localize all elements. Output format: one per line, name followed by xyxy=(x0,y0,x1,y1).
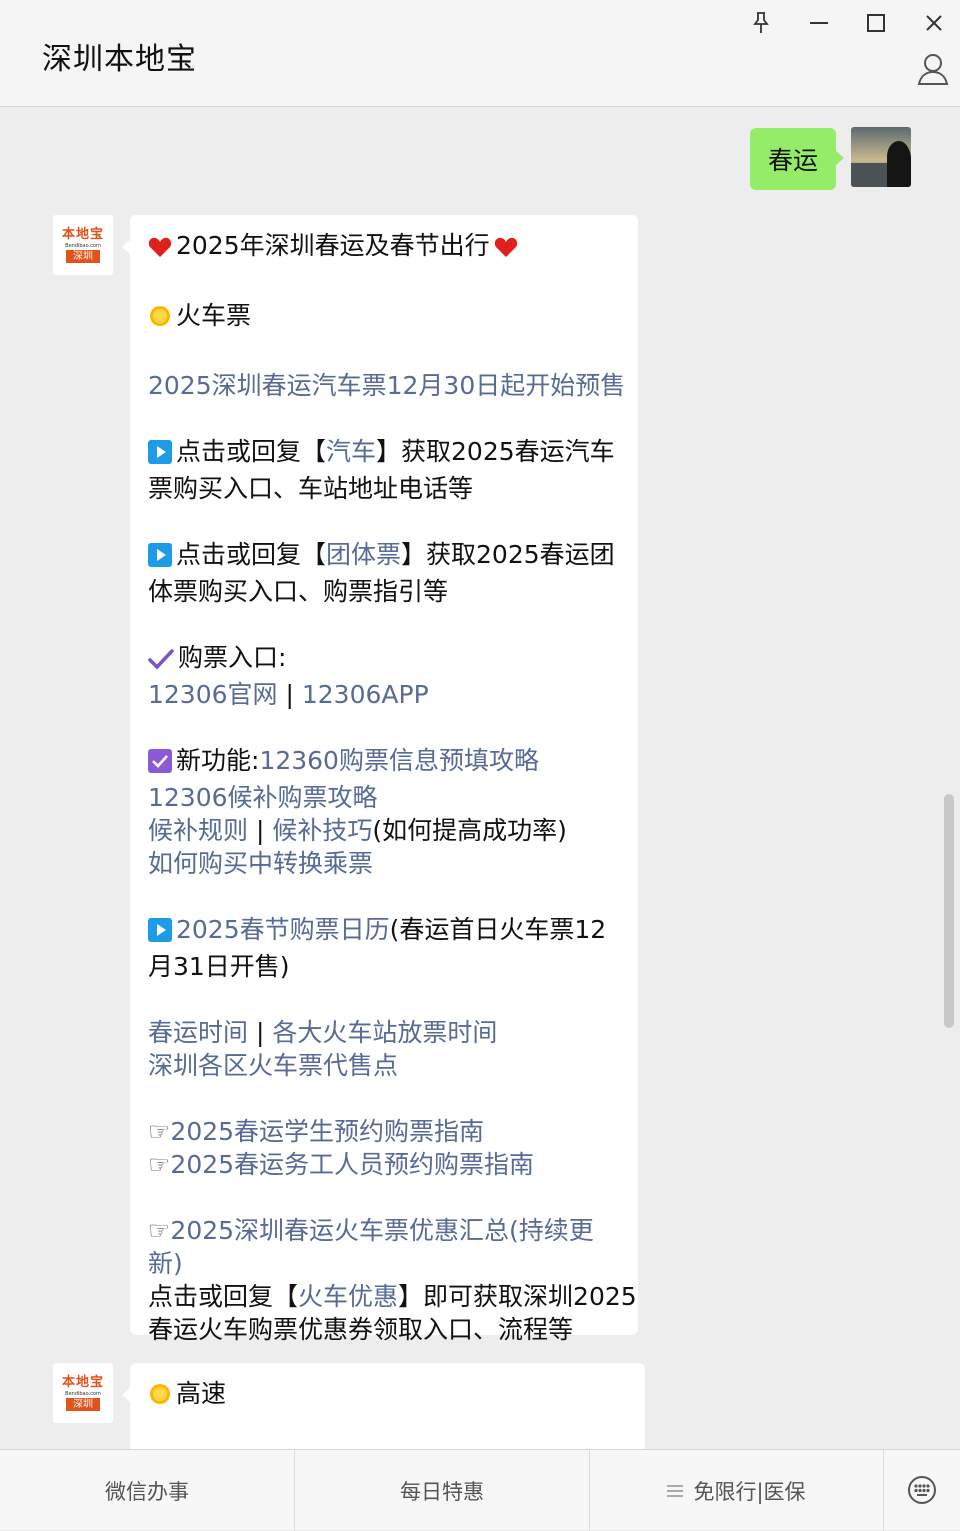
sun-icon xyxy=(148,303,172,336)
link-waitlist-rules[interactable]: 候补规则 xyxy=(148,816,248,845)
keyboard-icon[interactable] xyxy=(884,1450,960,1530)
logo-subtext: Bendibao.com xyxy=(65,242,101,249)
link-waitlist-guide[interactable]: 12306候补购票攻略 xyxy=(148,781,620,814)
outgoing-message[interactable]: 春运 xyxy=(750,128,845,190)
checkbox-icon xyxy=(148,748,172,781)
calendar-line: 2025春节购票日历(春运首日火车票12 xyxy=(148,913,620,950)
chat-scrollbar[interactable] xyxy=(944,794,954,1028)
chat-area[interactable]: 春运 本地宝 Bendibao.com 深圳 2025年深圳春运及春节出行 火车… xyxy=(0,108,960,1449)
highway-section-title: 高速 xyxy=(148,1377,627,1414)
worker-line: ☞2025春运务工人员预约购票指南 xyxy=(148,1148,620,1181)
heart-icon xyxy=(148,233,172,266)
user-avatar[interactable] xyxy=(851,127,911,187)
message-heading: 2025年深圳春运及春节出行 xyxy=(148,229,620,266)
link-12306-web[interactable]: 12306官网 xyxy=(148,680,278,709)
pointer-glyph: ☞ xyxy=(148,1216,171,1245)
minimize-icon[interactable] xyxy=(804,8,834,38)
link-agency[interactable]: 深圳各区火车票代售点 xyxy=(148,1049,620,1082)
bus-reply-line: 点击或回复【汽车】获取2025春运汽车 xyxy=(148,435,620,472)
purchase-entry-label: 购票入口: xyxy=(148,641,620,678)
checkmark-icon xyxy=(148,645,174,678)
chat-title: 深圳本地宝 xyxy=(42,42,197,77)
discount-keyword-link[interactable]: 火车优惠 xyxy=(298,1282,398,1311)
play-icon xyxy=(148,542,172,575)
window-header: 深圳本地宝 xyxy=(0,0,960,107)
purchase-links: 12306官网 | 12306APP xyxy=(148,680,429,709)
link-12306-app[interactable]: 12306APP xyxy=(302,680,429,709)
logo-badge: 深圳 xyxy=(66,1397,100,1411)
menu-item-daily-deals[interactable]: 每日特惠 xyxy=(295,1450,590,1531)
maximize-icon[interactable] xyxy=(861,8,891,38)
link-transfer[interactable]: 如何购买中转换乘票 xyxy=(148,847,620,880)
bus-keyword-link[interactable]: 汽车 xyxy=(326,437,376,466)
outgoing-message-text: 春运 xyxy=(768,146,819,175)
link-student[interactable]: 2025春运学生预约购票指南 xyxy=(170,1117,484,1146)
close-icon[interactable] xyxy=(919,8,949,38)
menu-item-restriction-insurance[interactable]: 免限行|医保 xyxy=(590,1450,884,1531)
person-icon[interactable] xyxy=(916,52,952,86)
bottom-menu: 微信办事 每日特惠 免限行|医保 xyxy=(0,1449,960,1531)
group-keyword-link[interactable]: 团体票 xyxy=(326,540,401,569)
sun-icon xyxy=(148,1381,172,1414)
incoming-message[interactable]: 2025年深圳春运及春节出行 火车票 2025深圳春运汽车票12月30日起开始预… xyxy=(122,215,638,1344)
bus-presale-link[interactable]: 2025深圳春运汽车票12月30日起开始预售 xyxy=(148,369,625,402)
play-icon xyxy=(148,917,172,950)
link-station-release[interactable]: 各大火车站放票时间 xyxy=(272,1018,497,1047)
pointer-glyph: ☞ xyxy=(148,1150,171,1179)
discount-reply-line2: 春运火车购票优惠券领取入口、流程等 xyxy=(148,1315,574,1344)
bot-avatar[interactable]: 本地宝 Bendibao.com 深圳 xyxy=(53,1363,113,1423)
discount-reply-line: 点击或回复【火车优惠】即可获取深圳2025 xyxy=(148,1282,637,1311)
logo-badge: 深圳 xyxy=(66,249,100,263)
logo-subtext: Bendibao.com xyxy=(65,1390,101,1397)
train-section-title: 火车票 xyxy=(148,299,620,336)
new-feature-line: 新功能:12360购票信息预填攻略 xyxy=(148,744,620,781)
heart-icon xyxy=(494,233,518,266)
link-waitlist-tips[interactable]: 候补技巧 xyxy=(272,816,372,845)
link-worker[interactable]: 2025春运务工人员预约购票指南 xyxy=(170,1150,534,1179)
group-reply-line: 点击或回复【团体票】获取2025春运团 xyxy=(148,538,620,575)
spring-time-links: 春运时间 | 各大火车站放票时间 xyxy=(148,1018,498,1047)
list-icon xyxy=(667,1479,684,1503)
bot-avatar[interactable]: 本地宝 Bendibao.com 深圳 xyxy=(53,215,113,275)
link-prefill[interactable]: 12360购票信息预填攻略 xyxy=(259,746,539,775)
waitlist-links: 候补规则 | 候补技巧(如何提高成功率) xyxy=(148,816,567,845)
calendar-line2: 月31日开售) xyxy=(148,952,290,981)
link-spring-time[interactable]: 春运时间 xyxy=(148,1018,248,1047)
group-reply-line2: 体票购买入口、购票指引等 xyxy=(148,577,449,606)
student-line: ☞2025春运学生预约购票指南 xyxy=(148,1115,620,1148)
play-icon xyxy=(148,439,172,472)
link-discount[interactable]: 2025深圳春运火车票优惠汇总(持续更 xyxy=(170,1216,593,1245)
logo-text: 本地宝 xyxy=(61,226,104,242)
pin-icon[interactable] xyxy=(746,8,776,38)
incoming-message[interactable]: 高速 xyxy=(122,1363,645,1449)
logo-text: 本地宝 xyxy=(61,1374,104,1390)
pointer-glyph: ☞ xyxy=(148,1117,171,1146)
bus-reply-line2: 票购买入口、车站地址电话等 xyxy=(148,474,474,503)
discount-line: ☞2025深圳春运火车票优惠汇总(持续更 xyxy=(148,1214,620,1247)
link-discount-cont[interactable]: 新) xyxy=(148,1247,620,1280)
link-calendar[interactable]: 2025春节购票日历 xyxy=(176,915,390,944)
menu-item-wechat-services[interactable]: 微信办事 xyxy=(0,1450,295,1531)
